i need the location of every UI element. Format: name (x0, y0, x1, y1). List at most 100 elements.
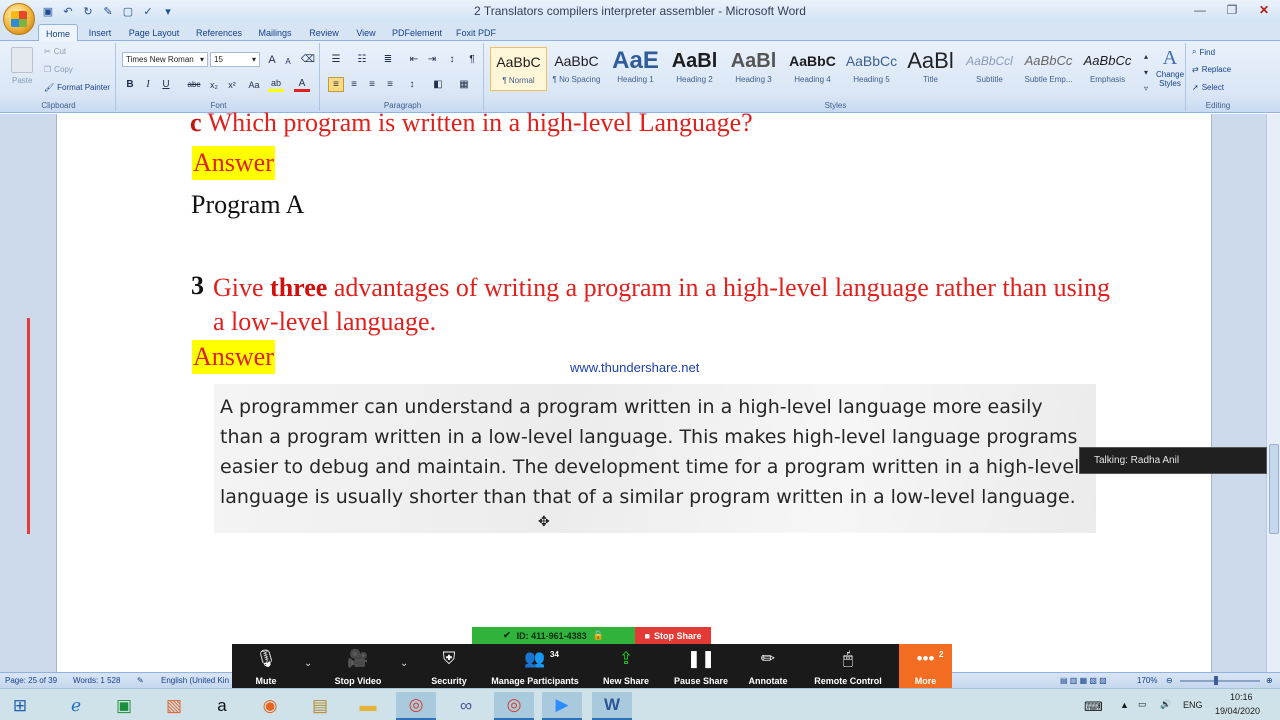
annotate-button[interactable]: ✏ Annotate (744, 648, 792, 688)
vertical-scrollbar[interactable] (1266, 114, 1280, 672)
clock-date[interactable]: 19/04/2020 (1215, 706, 1260, 716)
clear-format-button[interactable]: ⌫ (300, 52, 316, 67)
page-count[interactable]: Page: 25 of 39 (5, 676, 57, 685)
remote-control-button[interactable]: 🖱 Remote Control (810, 648, 886, 688)
archive-icon[interactable]: ▤ (300, 692, 340, 720)
style-title[interactable]: AaBl Title (902, 47, 959, 91)
align-right-icon[interactable]: ≡ (364, 77, 380, 92)
line-spacing-icon[interactable]: ↕ (404, 77, 420, 92)
replace-button[interactable]: ⇄ Replace (1192, 65, 1231, 74)
highlight-button[interactable]: ab (268, 77, 284, 92)
photos-icon[interactable]: ▧ (154, 692, 194, 720)
bold-button[interactable]: B (122, 77, 138, 92)
view-buttons[interactable]: ▤ ▥ ▦ ▧ ▨ (1060, 676, 1107, 685)
paste-icon[interactable] (11, 47, 33, 73)
change-styles-button[interactable]: A Change Styles (1156, 47, 1184, 88)
office-button[interactable] (3, 3, 35, 35)
cut-button[interactable]: ✂ Cut (44, 47, 66, 56)
tab-home[interactable]: Home (38, 24, 78, 42)
increase-indent-icon[interactable]: ⇥ (424, 52, 440, 67)
style-no-spacing[interactable]: AaBbC ¶ No Spacing (548, 47, 605, 91)
input-language[interactable]: ENG (1183, 700, 1203, 710)
manage-participants-button[interactable]: 👥 Manage Participants (486, 648, 584, 688)
style-heading-2[interactable]: AaBl Heading 2 (666, 47, 723, 91)
tab-view[interactable]: View (350, 24, 382, 41)
chrome-window-icon[interactable]: ◎ (494, 692, 534, 720)
style-heading-5[interactable]: AaBbCc Heading 5 (843, 47, 900, 91)
maximize-button[interactable]: ❐ (1216, 0, 1248, 20)
zoom-app-icon[interactable]: ▶ (542, 692, 582, 720)
show-marks-button[interactable]: ¶ (464, 52, 480, 67)
style-heading-1[interactable]: AaE Heading 1 (607, 47, 664, 91)
paste-button[interactable]: Paste (12, 76, 32, 85)
mute-button[interactable]: 🎙 Mute (240, 648, 292, 688)
new-share-button[interactable]: ⇪ New Share (598, 648, 654, 688)
volume-icon[interactable]: 🔊 (1160, 699, 1171, 710)
close-button[interactable]: ✕ (1248, 0, 1280, 20)
internet-explorer-icon[interactable]: ℯ (56, 692, 96, 720)
clock-time[interactable]: 10:16 (1230, 692, 1253, 702)
tab-insert[interactable]: Insert (82, 24, 118, 41)
superscript-button[interactable]: x² (224, 77, 240, 92)
style-normal[interactable]: AaBbC ¶ Normal (490, 47, 547, 91)
borders-icon[interactable]: ▦ (456, 77, 472, 92)
file-explorer-icon[interactable]: ▬ (348, 692, 388, 720)
subscript-button[interactable]: x₂ (206, 77, 222, 92)
tab-page-layout[interactable]: Page Layout (124, 24, 184, 41)
zoom-in-icon[interactable]: ⊕ (1266, 676, 1273, 685)
tab-pdfelement[interactable]: PDFelement (389, 24, 445, 41)
tab-review[interactable]: Review (304, 24, 344, 41)
word-app-icon[interactable]: W (592, 692, 632, 720)
shrink-font-button[interactable]: A (280, 54, 296, 69)
chrome-icon[interactable]: ◎ (396, 692, 436, 720)
minimize-button[interactable]: — (1184, 0, 1216, 20)
stop-share-button[interactable]: ■ Stop Share (635, 627, 711, 644)
style-heading-4[interactable]: AaBbC Heading 4 (784, 47, 841, 91)
audio-options-chevron-icon[interactable]: ⌄ (304, 658, 312, 669)
network-icon[interactable]: ▭ (1138, 699, 1147, 710)
zoom-slider[interactable] (1180, 680, 1260, 682)
font-size-select[interactable]: 15 ▾ (210, 52, 260, 67)
shading-icon[interactable]: ◧ (430, 77, 446, 92)
style-emphasis[interactable]: AaBbCc Emphasis (1079, 47, 1136, 91)
italic-button[interactable]: I (140, 77, 156, 92)
style-heading-3[interactable]: AaBl Heading 3 (725, 47, 782, 91)
zoom-slider-thumb[interactable] (1214, 676, 1218, 685)
tab-references[interactable]: References (190, 24, 248, 41)
firefox-icon[interactable]: ◉ (250, 692, 290, 720)
sort-button[interactable]: ↕ (444, 52, 460, 67)
bullets-icon[interactable]: ☰ (328, 52, 344, 67)
tab-mailings[interactable]: Mailings (253, 24, 297, 41)
format-painter-button[interactable]: 🖌 Format Painter (44, 83, 110, 92)
styles-scroll-up-icon[interactable]: ▴ (1138, 49, 1154, 64)
amazon-icon[interactable]: a (202, 692, 242, 720)
justify-icon[interactable]: ≡ (382, 77, 398, 92)
language-status[interactable]: English (United Kin (161, 676, 229, 685)
align-left-icon[interactable]: ≡ (328, 77, 344, 92)
change-case-button[interactable]: Aa (244, 77, 264, 92)
stop-video-button[interactable]: 🎥 Stop Video (328, 648, 388, 688)
strikethrough-button[interactable]: abc (184, 77, 204, 92)
scrollbar-thumb[interactable] (1269, 444, 1279, 534)
keyboard-icon[interactable]: ⌨ (1084, 699, 1103, 715)
numbering-icon[interactable]: ☷ (354, 52, 370, 67)
tab-foxit-pdf[interactable]: Foxit PDF (452, 24, 500, 41)
style-subtle-emphasis[interactable]: AaBbCc Subtle Emp... (1020, 47, 1077, 91)
video-options-chevron-icon[interactable]: ⌄ (400, 658, 408, 669)
multilevel-list-icon[interactable]: ≣ (380, 52, 396, 67)
styles-scroll-down-icon[interactable]: ▾ (1138, 65, 1154, 80)
styles-more-icon[interactable]: ▿ (1138, 81, 1154, 96)
grow-font-button[interactable]: A (264, 52, 280, 67)
app-icon[interactable]: ∞ (446, 692, 486, 720)
underline-button[interactable]: U (158, 77, 174, 92)
style-subtitle[interactable]: AaBbCcl Subtitle (961, 47, 1018, 91)
word-count[interactable]: Words: 1 528 (73, 676, 120, 685)
copy-button[interactable]: ❐ Copy (44, 65, 73, 74)
font-name-select[interactable]: Times New Roman ▾ (122, 52, 208, 67)
windows-start-icon[interactable]: ⊞ (0, 692, 40, 720)
zoom-out-icon[interactable]: ⊖ (1166, 676, 1173, 685)
align-center-icon[interactable]: ≡ (346, 77, 362, 92)
decrease-indent-icon[interactable]: ⇤ (406, 52, 422, 67)
font-color-button[interactable]: A (294, 77, 310, 92)
select-button[interactable]: ➚ Select (1192, 83, 1224, 92)
